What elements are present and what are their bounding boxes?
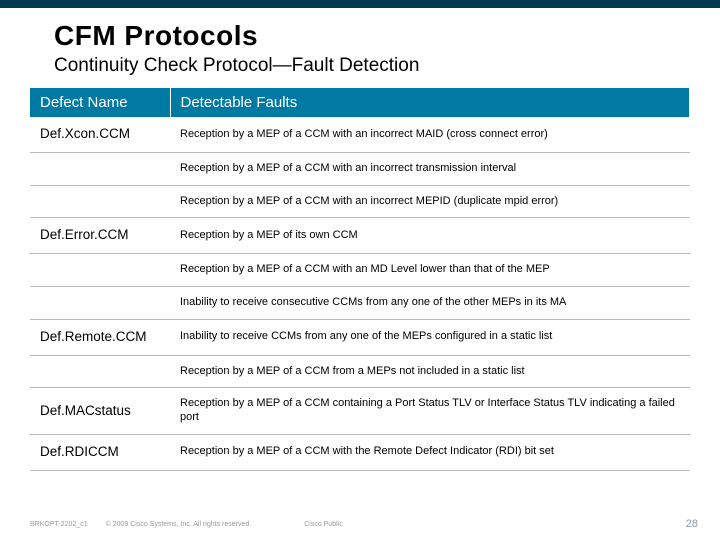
defect-table: Defect Name Detectable Faults Def.Xcon.C… <box>30 88 690 471</box>
cell-defect-name: Def.MACstatus <box>30 388 170 435</box>
cell-defect-name: Def.RDICCM <box>30 434 170 470</box>
footer: BRKOPT-2202_c1 © 2009 Cisco Systems, Inc… <box>30 521 690 528</box>
table-row: Def.Xcon.CCMReception by a MEP of a CCM … <box>30 117 690 152</box>
cell-fault: Inability to receive CCMs from any one o… <box>170 319 690 355</box>
cell-defect-name <box>30 287 170 320</box>
table-row: Reception by a MEP of a CCM with an inco… <box>30 152 690 185</box>
cell-fault: Reception by a MEP of a CCM with the Rem… <box>170 434 690 470</box>
cell-fault: Reception by a MEP of a CCM with an MD L… <box>170 254 690 287</box>
footer-code: BRKOPT-2202_c1 <box>30 521 88 528</box>
slide-subtitle: Continuity Check Protocol—Fault Detectio… <box>54 55 419 77</box>
table-row: Inability to receive consecutive CCMs fr… <box>30 287 690 320</box>
table-row: Reception by a MEP of a CCM from a MEPs … <box>30 355 690 388</box>
cell-defect-name: Def.Xcon.CCM <box>30 117 170 152</box>
footer-copyright: © 2009 Cisco Systems, Inc. All rights re… <box>106 521 252 528</box>
table-header-row: Defect Name Detectable Faults <box>30 88 690 117</box>
cell-defect-name <box>30 152 170 185</box>
table-row: Def.RDICCMReception by a MEP of a CCM wi… <box>30 434 690 470</box>
header-defect-name: Defect Name <box>30 88 170 117</box>
slide-title: CFM Protocols <box>54 20 258 52</box>
cell-defect-name: Def.Error.CCM <box>30 218 170 254</box>
cell-defect-name: Def.Remote.CCM <box>30 319 170 355</box>
cell-fault: Reception by a MEP of a CCM from a MEPs … <box>170 355 690 388</box>
table-row: Def.Remote.CCMInability to receive CCMs … <box>30 319 690 355</box>
cell-fault: Inability to receive consecutive CCMs fr… <box>170 287 690 320</box>
cell-fault: Reception by a MEP of a CCM containing a… <box>170 388 690 435</box>
footer-public: Cisco Public <box>304 521 343 528</box>
cell-defect-name <box>30 185 170 218</box>
top-accent-bar <box>0 0 720 8</box>
cell-defect-name <box>30 254 170 287</box>
table-row: Reception by a MEP of a CCM with an inco… <box>30 185 690 218</box>
header-detectable-faults: Detectable Faults <box>170 88 690 117</box>
table-row: Def.MACstatusReception by a MEP of a CCM… <box>30 388 690 435</box>
cell-defect-name <box>30 355 170 388</box>
cell-fault: Reception by a MEP of a CCM with an inco… <box>170 117 690 152</box>
table-row: Def.Error.CCMReception by a MEP of its o… <box>30 218 690 254</box>
cell-fault: Reception by a MEP of its own CCM <box>170 218 690 254</box>
cell-fault: Reception by a MEP of a CCM with an inco… <box>170 185 690 218</box>
table-row: Reception by a MEP of a CCM with an MD L… <box>30 254 690 287</box>
page-number: 28 <box>686 518 698 530</box>
slide: CFM Protocols Continuity Check Protocol—… <box>0 0 720 540</box>
cell-fault: Reception by a MEP of a CCM with an inco… <box>170 152 690 185</box>
